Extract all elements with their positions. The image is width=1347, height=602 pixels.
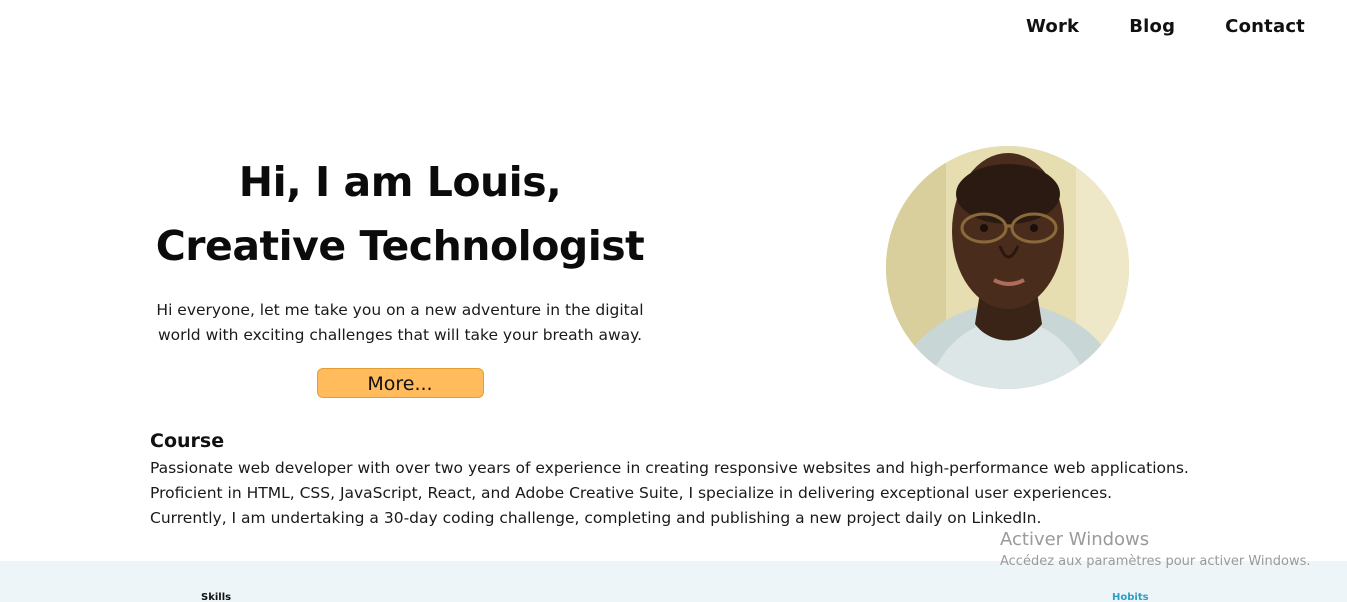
hero-subtitle: Hi everyone, let me take you on a new ad… bbox=[156, 301, 644, 344]
watermark-subtitle: Accédez aux paramètres pour activer Wind… bbox=[1000, 554, 1311, 569]
nav-item-contact[interactable]: Contact bbox=[1225, 16, 1305, 37]
page: Work Blog Contact Hi, I am Louis, Creati… bbox=[0, 0, 1347, 602]
course-description: Passionate web developer with over two y… bbox=[150, 459, 1189, 527]
more-button[interactable]: More... bbox=[316, 368, 484, 398]
nav-item-work[interactable]: Work bbox=[1026, 16, 1079, 37]
skills-heading: Skills bbox=[201, 592, 232, 602]
course-section: Course Passionate web developer with ove… bbox=[150, 428, 1190, 531]
profile-photo bbox=[886, 146, 1129, 389]
top-nav: Work Blog Contact bbox=[1026, 16, 1305, 37]
hero-title-line2: Creative Technologist bbox=[155, 222, 645, 270]
course-title: Course bbox=[150, 430, 225, 452]
nav-item-blog[interactable]: Blog bbox=[1129, 16, 1175, 37]
profile-photo-illustration bbox=[886, 146, 1129, 389]
windows-activation-watermark: Activer Windows Accédez aux paramètres p… bbox=[1000, 528, 1311, 572]
hero-title-line1: Hi, I am Louis, bbox=[238, 158, 562, 206]
hero-title: Hi, I am Louis, Creative Technologist bbox=[140, 150, 660, 278]
watermark-title: Activer Windows bbox=[1000, 529, 1150, 550]
hobits-heading: Hobits bbox=[1112, 592, 1149, 602]
hero-section: Hi, I am Louis, Creative Technologist Hi… bbox=[140, 150, 660, 398]
